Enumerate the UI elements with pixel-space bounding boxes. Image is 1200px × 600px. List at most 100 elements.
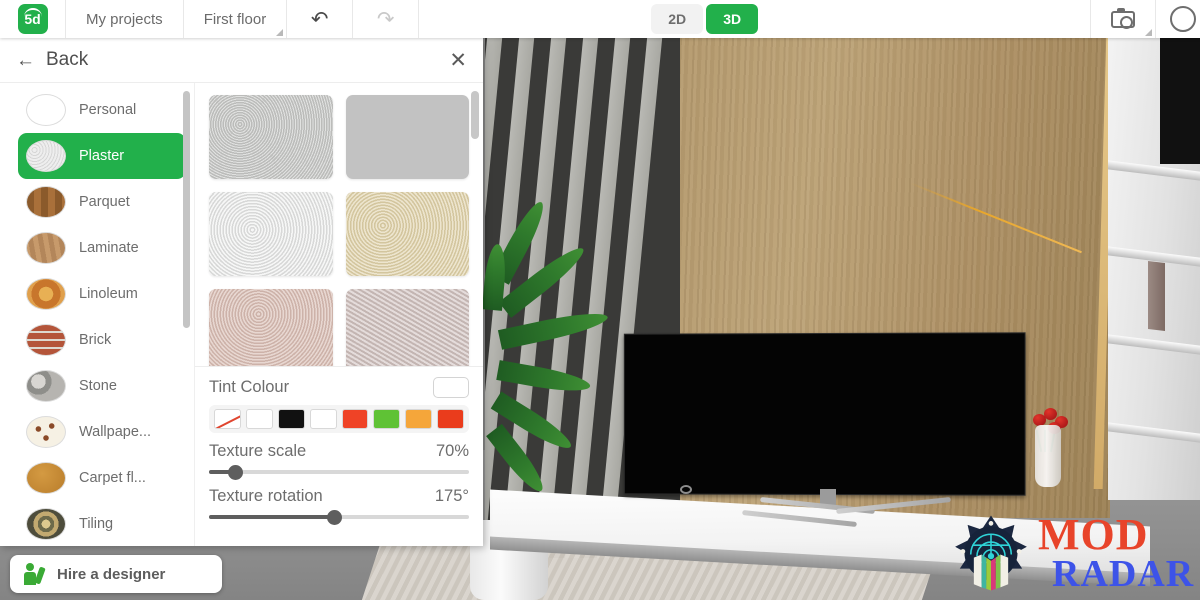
tv-logo-badge — [680, 485, 692, 494]
category-list[interactable]: Personal Plaster Parquet Laminate Linole… — [0, 83, 195, 546]
category-label: Laminate — [79, 240, 139, 256]
logo-label: 5d — [24, 11, 41, 27]
redo-button[interactable]: ↷ — [353, 0, 420, 38]
tint-colour-row: Tint Colour — [209, 377, 469, 398]
texture-swatch[interactable] — [345, 95, 469, 179]
hire-a-designer-button[interactable]: Hire a designer — [10, 555, 222, 593]
texture-browser: Tint Colour Texture scale 70% Texture ro… — [195, 83, 483, 546]
texture-swatch[interactable] — [345, 192, 469, 276]
slider-thumb[interactable] — [228, 465, 243, 480]
slider-track — [209, 470, 469, 474]
chevron-corner-icon — [276, 29, 284, 36]
tint-swatch-black[interactable] — [277, 409, 305, 429]
panel-body: Personal Plaster Parquet Laminate Linole… — [0, 83, 483, 546]
tint-colour-preview[interactable] — [433, 377, 469, 398]
category-label: Personal — [79, 102, 137, 118]
texture-rotation-slider[interactable] — [209, 509, 469, 525]
back-label: Back — [46, 49, 89, 70]
tab-3d-label: 3D — [723, 11, 742, 27]
camera-icon — [1111, 7, 1135, 29]
tint-swatch-red-orange[interactable] — [437, 409, 464, 429]
television[interactable] — [623, 332, 1026, 496]
watermark: MOD RADAR — [952, 510, 1195, 595]
materials-panel: ← Back ✕ Personal Plaster Parquet Lamina… — [0, 38, 483, 546]
watermark-line-1: MOD — [1038, 510, 1149, 560]
modradar-compass-icon — [952, 514, 1030, 592]
top-toolbar: 5d My projects First floor ↶ ↷ 2D 3D — [0, 0, 1200, 38]
texture-swatch[interactable] — [345, 289, 469, 366]
back-button[interactable]: ← Back — [16, 49, 88, 71]
my-projects-button[interactable]: My projects — [66, 0, 184, 38]
swatch-parquet-icon — [26, 186, 66, 218]
tab-2d[interactable]: 2D — [651, 4, 704, 34]
close-icon[interactable]: ✕ — [449, 50, 467, 71]
app-logo-button[interactable]: 5d — [0, 0, 66, 38]
category-label: Carpet fl... — [79, 470, 146, 486]
category-item-brick[interactable]: Brick — [18, 317, 186, 363]
toolbar-right-group — [1090, 0, 1200, 38]
category-label: Stone — [79, 378, 117, 394]
texture-rotation-value: 175° — [434, 487, 469, 505]
texture-scale-row: Texture scale 70% — [209, 442, 469, 461]
tint-swatch-red[interactable] — [341, 409, 369, 429]
watermark-line-2: RADAR — [1052, 552, 1195, 595]
swatch-personal-icon — [26, 94, 66, 126]
category-label: Plaster — [79, 148, 125, 164]
category-item-carpet[interactable]: Carpet fl... — [18, 455, 186, 501]
tab-2d-label: 2D — [668, 11, 687, 27]
tint-swatch-white[interactable] — [245, 409, 273, 429]
redo-arrow-icon: ↷ — [376, 7, 395, 31]
swatch-tiling-icon — [26, 508, 66, 540]
undo-arrow-icon: ↶ — [310, 7, 329, 31]
undo-button[interactable]: ↶ — [287, 0, 354, 38]
texture-scale-label: Texture scale — [209, 442, 307, 460]
slider-thumb[interactable] — [326, 510, 342, 525]
texture-swatch[interactable] — [209, 95, 333, 179]
tint-swatch-no-colour[interactable] — [214, 409, 241, 429]
category-label: Brick — [79, 332, 112, 348]
swatch-plaster-icon — [26, 140, 66, 172]
category-label: Parquet — [79, 194, 130, 210]
category-label: Tiling — [79, 516, 114, 532]
category-item-plaster[interactable]: Plaster — [18, 133, 186, 179]
tab-3d[interactable]: 3D — [706, 4, 759, 34]
tint-swatch-row — [209, 405, 469, 433]
planner5d-home-icon: 5d — [17, 4, 48, 34]
help-button[interactable] — [1156, 0, 1200, 38]
first-floor-button[interactable]: First floor — [184, 0, 288, 38]
category-scrollbar[interactable] — [183, 91, 190, 328]
tint-swatch-white-2[interactable] — [309, 409, 337, 429]
circle-icon — [1170, 6, 1196, 32]
category-item-wallpaper[interactable]: Wallpape... — [18, 409, 186, 455]
arrow-left-icon: ← — [16, 49, 35, 71]
category-item-tiling[interactable]: Tiling — [18, 501, 186, 546]
slider-fill — [209, 515, 334, 519]
glass-vase — [1035, 425, 1061, 487]
texture-swatch-area[interactable] — [195, 83, 483, 366]
snapshot-button[interactable] — [1090, 0, 1156, 38]
swatch-linoleum-icon — [26, 278, 66, 310]
panel-header: ← Back ✕ — [0, 38, 483, 83]
swatch-laminate-icon — [26, 232, 66, 264]
planner-app: 5d My projects First floor ↶ ↷ 2D 3D ← B… — [0, 0, 1200, 600]
tint-swatch-orange[interactable] — [405, 409, 433, 429]
swatch-stone-icon — [26, 370, 66, 402]
texture-scrollbar[interactable] — [471, 91, 479, 139]
texture-rotation-row: Texture rotation 175° — [209, 487, 469, 506]
texture-controls: Tint Colour Texture scale 70% Texture ro… — [195, 366, 483, 546]
watermark-text: MOD RADAR — [1038, 510, 1195, 595]
swatch-carpet-icon — [26, 462, 66, 494]
chevron-corner-icon — [1145, 29, 1152, 36]
category-item-personal[interactable]: Personal — [18, 87, 186, 133]
texture-swatch[interactable] — [209, 289, 333, 366]
category-item-parquet[interactable]: Parquet — [18, 179, 186, 225]
tint-swatch-green[interactable] — [373, 409, 401, 429]
swatch-wallpaper-icon — [26, 416, 66, 448]
texture-scale-slider[interactable] — [209, 464, 469, 480]
texture-swatch[interactable] — [209, 192, 333, 276]
category-item-stone[interactable]: Stone — [18, 363, 186, 409]
category-item-linoleum[interactable]: Linoleum — [18, 271, 186, 317]
view-mode-toggle: 2D 3D — [651, 4, 759, 34]
hire-a-designer-label: Hire a designer — [57, 565, 166, 583]
category-item-laminate[interactable]: Laminate — [18, 225, 186, 271]
